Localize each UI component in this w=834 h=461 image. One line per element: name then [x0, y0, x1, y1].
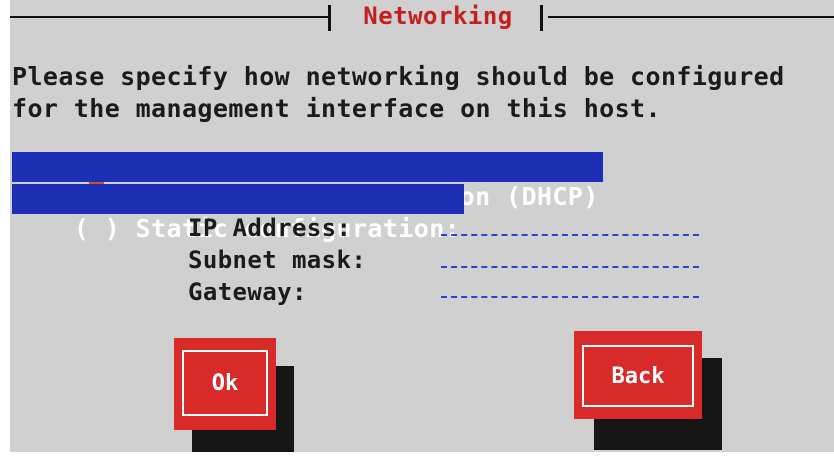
gateway-label: Gateway: — [188, 278, 307, 306]
radio-option-static[interactable]: ( ) Static configuration: — [12, 184, 465, 243]
title-rule-right — [548, 16, 834, 18]
title-rule-left — [10, 16, 328, 18]
prompt-line-1: Please specify how networking should be … — [12, 62, 785, 91]
ok-button[interactable]: Ok — [174, 338, 276, 430]
title-bracket-left — [328, 5, 331, 31]
gateway-input[interactable] — [441, 292, 699, 298]
back-button-label: Back — [582, 345, 694, 407]
subnet-mask-label: Subnet mask: — [188, 246, 367, 274]
radio-option-automatic-dhcp[interactable]: (*) Automatic configuration (DHCP) — [12, 152, 603, 212]
ip-address-label: IP Address: — [188, 214, 352, 242]
dialog-title: Networking — [363, 2, 513, 30]
back-button[interactable]: Back — [574, 331, 702, 419]
installer-screen: Networking Please specify how networking… — [10, 0, 834, 452]
title-bracket-right — [540, 5, 543, 31]
ok-button-label: Ok — [182, 350, 268, 416]
radio-open-paren: ( — [73, 214, 90, 243]
prompt-line-2: for the management interface on this hos… — [12, 94, 661, 123]
subnet-mask-input[interactable] — [441, 262, 699, 268]
ip-address-input[interactable] — [441, 230, 699, 236]
radio-unselected-mark[interactable] — [89, 214, 104, 243]
